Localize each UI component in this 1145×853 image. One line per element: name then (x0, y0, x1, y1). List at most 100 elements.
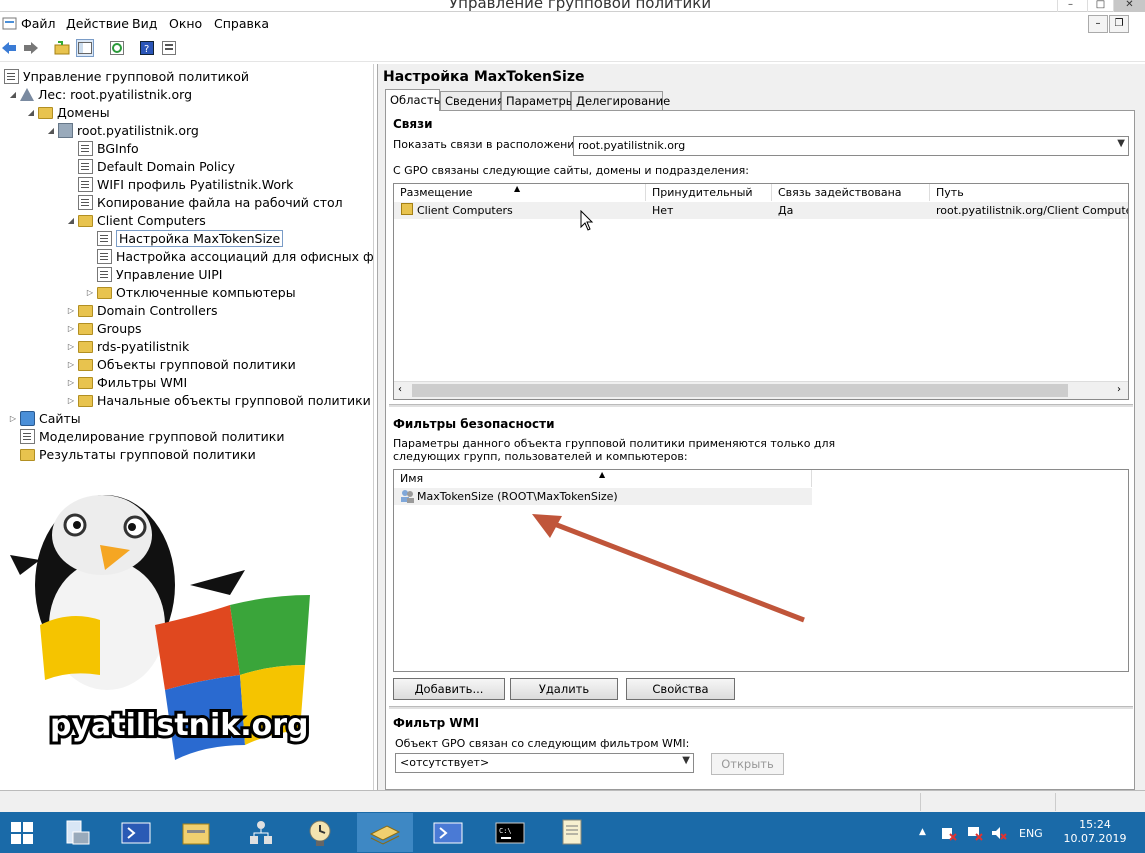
app-icon[interactable] (2, 16, 18, 32)
powershell-icon[interactable] (108, 813, 164, 852)
title-bar: Управление групповой политики – □ ✕ (0, 0, 1145, 12)
child-restore-button[interactable]: ❐ (1109, 15, 1129, 33)
col-enabled[interactable]: Связь задействована (772, 184, 930, 201)
close-button[interactable]: ✕ (1113, 0, 1145, 12)
tree-item[interactable]: Настройка ассоциаций для офисных файлов (85, 247, 373, 265)
tree-item[interactable]: BGInfo (66, 139, 139, 157)
menu-file[interactable]: Файл (21, 16, 56, 31)
cmd-icon[interactable]: C:\ (482, 813, 538, 852)
forward-arrow-icon[interactable] (22, 39, 40, 57)
expand-arrow-icon[interactable]: ▷ (85, 288, 95, 297)
wmi-desc: Объект GPO связан со следующим фильтром … (395, 737, 690, 750)
refresh-icon[interactable] (108, 39, 126, 57)
expand-arrow-icon[interactable]: ▷ (66, 342, 76, 351)
properties-button[interactable]: Свойства (626, 678, 735, 700)
scheduler-icon[interactable] (292, 813, 348, 852)
up-folder-icon[interactable] (53, 39, 71, 57)
gpmc-icon (4, 68, 19, 84)
expand-arrow-icon[interactable]: ▷ (66, 306, 76, 315)
tree-item-label: Управление UIPI (116, 266, 223, 282)
tree-item[interactable]: ◢ root.pyatilistnik.org (46, 121, 199, 139)
table-row[interactable]: Client Computers Нет Да root.pyatilistni… (394, 202, 1128, 219)
tree-item[interactable]: Моделирование групповой политики (8, 427, 284, 445)
tree-item[interactable]: ◢ Client Computers (66, 211, 206, 229)
tree-item[interactable]: ▷ Groups (66, 319, 142, 337)
security-list[interactable]: Имя ▲ MaxTokenSize (ROOT\MaxTokenSize) (393, 469, 1129, 672)
expand-arrow-icon[interactable]: ▷ (66, 324, 76, 333)
horizontal-scrollbar[interactable]: ‹ › (394, 381, 1128, 399)
server-manager-icon[interactable] (48, 813, 104, 852)
tree-item[interactable]: Default Domain Policy (66, 157, 235, 175)
location-dropdown[interactable]: root.pyatilistnik.org ▼ (573, 136, 1129, 156)
tray-expand-icon[interactable]: ▲ (919, 827, 926, 837)
action-center-icon[interactable] (941, 825, 957, 841)
start-button[interactable] (0, 813, 44, 852)
clock[interactable]: 15:24 10.07.2019 (1060, 818, 1130, 846)
tree-item[interactable]: ▷ Фильтры WMI (66, 373, 187, 391)
tab-settings[interactable]: Параметры (501, 91, 575, 110)
location-label: Показать связи в расположении: (393, 138, 586, 151)
menu-help[interactable]: Справка (214, 16, 269, 31)
tree-item[interactable]: ▷ Domain Controllers (66, 301, 218, 319)
tree-item[interactable]: ▷ Отключенные компьютеры (85, 283, 296, 301)
expand-arrow-icon[interactable]: ▷ (66, 378, 76, 387)
tree-item[interactable]: ▷ rds-pyatilistnik (66, 337, 189, 355)
tree-item[interactable]: Настройка MaxTokenSize (85, 229, 284, 247)
menu-view[interactable]: Вид (132, 16, 157, 31)
links-list[interactable]: Размещение Принудительный Связь задейств… (393, 183, 1129, 400)
menu-window[interactable]: Окно (169, 16, 202, 31)
wmi-heading: Фильтр WMI (393, 716, 480, 730)
tree-item[interactable]: WIFI профиль Pyatilistnik.Work (66, 175, 293, 193)
back-arrow-icon[interactable] (0, 39, 18, 57)
collapse-arrow-icon[interactable]: ◢ (26, 108, 36, 117)
scrollbar-thumb[interactable] (412, 384, 1068, 397)
notepad-icon[interactable] (545, 813, 601, 852)
tab-details[interactable]: Сведения (440, 91, 504, 110)
explorer-icon[interactable] (168, 813, 224, 852)
tree-item[interactable]: Копирование файла на рабочий стол (66, 193, 343, 211)
collapse-arrow-icon[interactable]: ◢ (8, 90, 18, 99)
tab-scope[interactable]: Область (385, 89, 440, 111)
tree-item-label: Домены (57, 104, 110, 120)
language-indicator[interactable]: ENG (1019, 827, 1043, 840)
help-icon[interactable]: ? (138, 39, 156, 57)
maximize-button[interactable]: □ (1087, 0, 1113, 12)
folder-icon (78, 323, 93, 335)
add-button[interactable]: Добавить... (393, 678, 505, 700)
tree-item[interactable]: ◢ Лес: root.pyatilistnik.org (8, 85, 192, 103)
scroll-right-icon[interactable]: › (1117, 384, 1121, 395)
open-button[interactable]: Открыть (711, 753, 784, 775)
child-minimize-button[interactable]: – (1088, 15, 1108, 33)
tree-item[interactable]: Результаты групповой политики (8, 445, 256, 463)
gpmc-taskbar-icon[interactable] (357, 813, 413, 852)
powershell-ise-icon[interactable] (420, 813, 476, 852)
network-status-icon[interactable] (967, 825, 983, 841)
volume-icon[interactable] (991, 825, 1007, 841)
scroll-left-icon[interactable]: ‹ (398, 384, 402, 395)
collapse-arrow-icon[interactable]: ◢ (46, 126, 56, 135)
table-row[interactable]: MaxTokenSize (ROOT\MaxTokenSize) (394, 488, 812, 505)
properties-icon[interactable] (160, 39, 178, 57)
show-tree-icon[interactable] (76, 39, 94, 57)
expand-arrow-icon[interactable]: ▷ (66, 360, 76, 369)
menu-action[interactable]: Действие (66, 16, 129, 31)
collapse-arrow-icon[interactable]: ◢ (66, 216, 76, 225)
wmi-filter-dropdown[interactable]: <отсутствует> ▼ (395, 753, 694, 773)
tree-item[interactable]: ▷ Сайты (8, 409, 81, 427)
expand-arrow-icon[interactable]: ▷ (8, 414, 18, 423)
sites-icon (20, 410, 35, 426)
tree-item[interactable]: ▷ Объекты групповой политики (66, 355, 296, 373)
network-icon[interactable] (233, 813, 289, 852)
col-path[interactable]: Путь (930, 184, 1128, 201)
expand-arrow-icon[interactable]: ▷ (66, 396, 76, 405)
tab-delegation[interactable]: Делегирование (571, 91, 670, 110)
tree-item[interactable]: ◢ Домены (26, 103, 110, 121)
minimize-button[interactable]: – (1057, 0, 1083, 12)
tree-item[interactable]: Управление UIPI (85, 265, 222, 283)
remove-button[interactable]: Удалить (510, 678, 618, 700)
windows-logo-icon (11, 821, 33, 844)
col-enforced[interactable]: Принудительный (646, 184, 772, 201)
toolbar: ? (0, 36, 1145, 62)
tree-item[interactable]: Управление групповой политикой (4, 67, 249, 85)
tree-item[interactable]: ▷ Начальные объекты групповой политики (66, 391, 371, 409)
